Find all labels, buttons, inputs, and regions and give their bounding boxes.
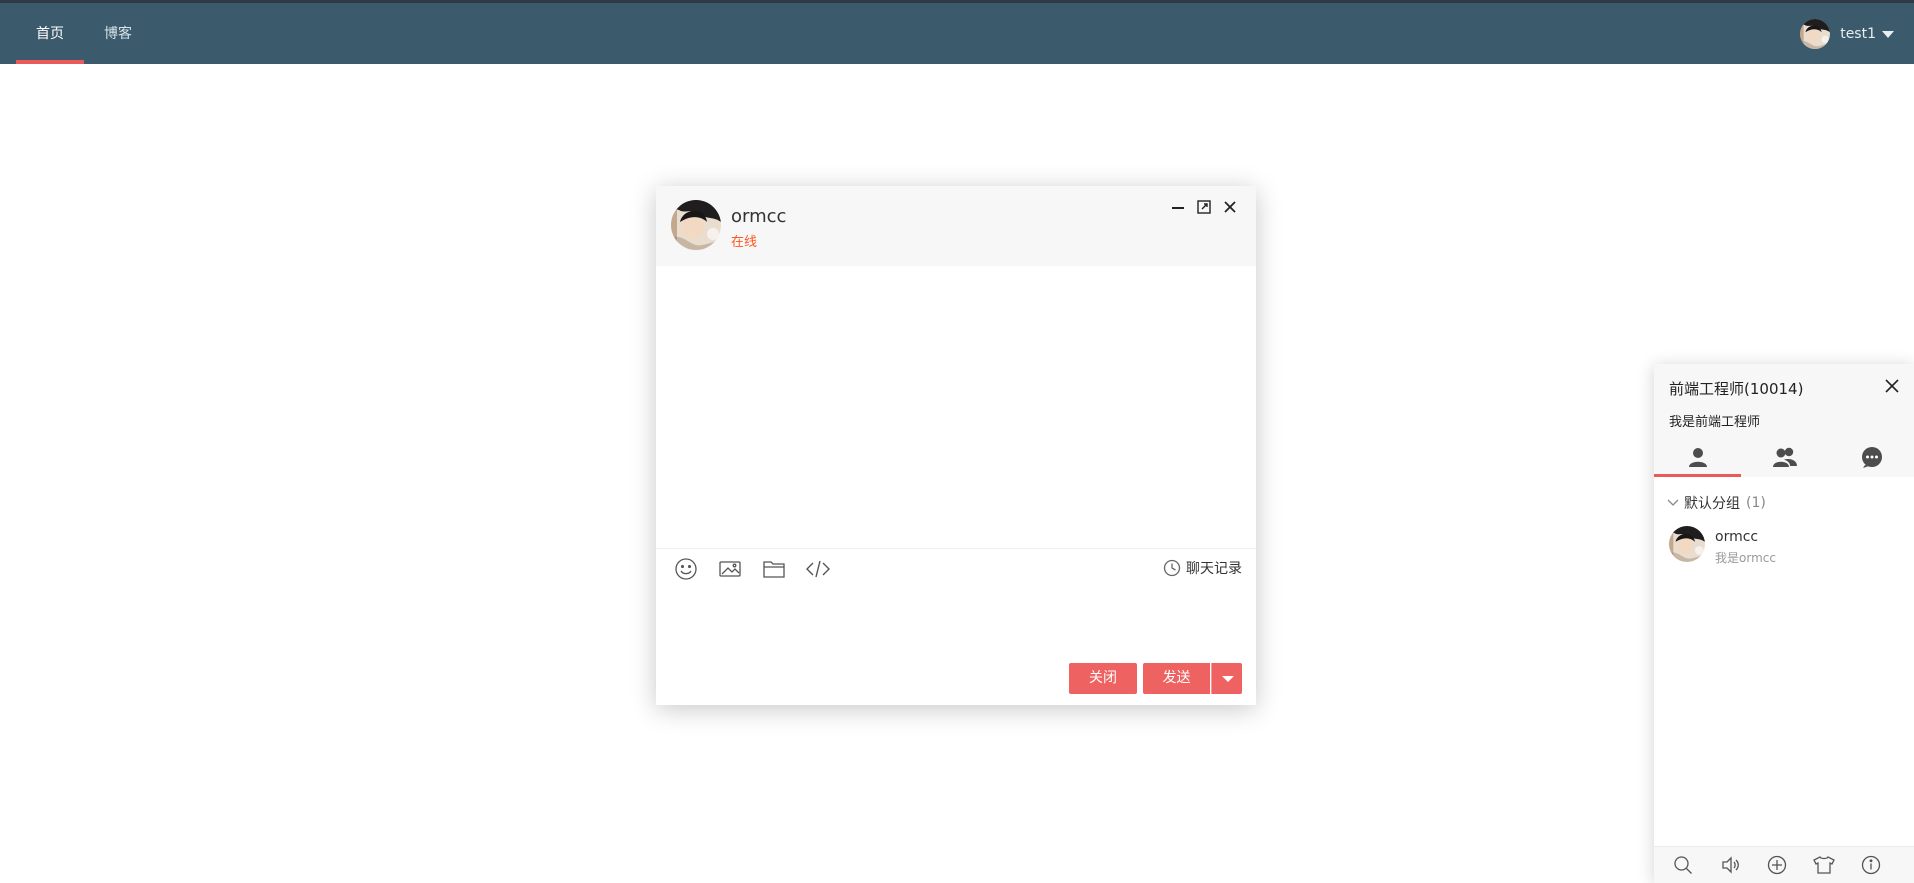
user-menu[interactable]: test1 [1800,3,1894,64]
chat-header[interactable]: ormcc 在线 [656,186,1256,266]
friend-icon [1688,448,1707,467]
nav-item-home[interactable]: 首页 [16,3,84,64]
maximize-icon[interactable] [1195,198,1213,216]
user-avatar [1800,19,1830,49]
search-icon[interactable] [1672,854,1694,876]
tab-recent-chats[interactable] [1828,437,1914,477]
nav-item-blog[interactable]: 博客 [98,3,138,64]
group-count: (1) [1746,495,1766,511]
message-input[interactable] [668,590,1244,650]
contact-name: ormcc [731,206,787,227]
send-button[interactable]: 发送 [1143,663,1210,694]
send-options-button[interactable] [1211,663,1242,694]
close-icon[interactable] [1221,198,1239,216]
message-list[interactable] [656,266,1256,548]
friend-avatar [1669,526,1705,562]
active-nav-indicator [16,60,84,64]
contact-status: 在线 [731,235,758,250]
active-tab-indicator [1654,474,1741,477]
nav-item-blog-label: 博客 [104,26,132,42]
contact-avatar[interactable] [671,200,721,250]
top-navbar: 首页 博客 test1 [0,3,1914,64]
panel-header[interactable]: 前端工程师(10014) 我是前端工程师 [1654,364,1914,477]
panel-footer [1654,846,1914,883]
chevron-down-icon [1667,499,1679,506]
tab-friends[interactable] [1654,437,1741,477]
folder-icon[interactable] [759,554,789,584]
code-icon[interactable] [803,554,833,584]
close-chat-button[interactable]: 关闭 [1069,663,1137,694]
volume-icon[interactable] [1719,854,1741,876]
minimize-icon[interactable] [1169,198,1187,216]
emoji-icon[interactable] [671,554,701,584]
chat-history-link[interactable]: 聊天记录 [1163,558,1242,578]
chat-window: ormcc 在线 聊天记录 关闭 发送 [656,186,1256,705]
main-panel: 前端工程师(10014) 我是前端工程师 默认分组 (1) ormcc 我是or… [1654,364,1914,883]
image-icon[interactable] [715,554,745,584]
group-name: 默认分组 [1684,496,1740,512]
nav-item-home-label: 首页 [36,26,64,42]
tab-groups[interactable] [1741,437,1828,477]
close-icon[interactable] [1884,378,1900,394]
user-name: test1 [1840,25,1876,42]
chevron-down-icon [1882,31,1894,38]
about-icon[interactable] [1860,854,1882,876]
chevron-down-icon [1222,676,1234,682]
divider [656,548,1256,549]
history-chat-icon [1861,447,1882,468]
friend-signature: 我是ormcc [1715,551,1776,565]
list-item[interactable]: ormcc 我是ormcc [1654,522,1914,570]
chat-history-label: 聊天记录 [1186,561,1242,577]
friend-group-default[interactable]: 默认分组 (1) [1666,493,1766,513]
clock-icon [1163,559,1181,577]
skin-icon[interactable] [1813,854,1835,876]
add-icon[interactable] [1766,854,1788,876]
panel-signature[interactable]: 我是前端工程师 [1669,411,1760,430]
panel-title: 前端工程师(10014) [1669,380,1804,398]
friend-name: ormcc [1715,529,1759,545]
group-icon [1772,447,1797,467]
